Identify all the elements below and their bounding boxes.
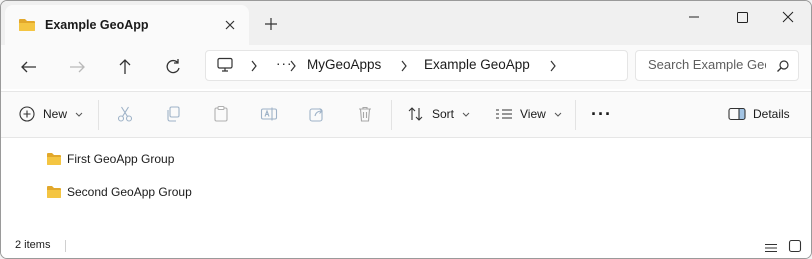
rename-icon[interactable]: [260, 105, 278, 123]
plus-circle-icon: [19, 106, 35, 122]
navigation-bar: ··· MyGeoApps Example GeoApp: [1, 45, 811, 89]
details-label: Details: [753, 107, 790, 121]
chevron-down-icon: [462, 112, 470, 117]
chevron-right-icon[interactable]: [549, 60, 557, 72]
toolbar-divider: [391, 100, 392, 130]
view-list-icon: [496, 109, 512, 119]
delete-icon[interactable]: [356, 105, 374, 123]
breadcrumb-item-example-geoapp[interactable]: Example GeoApp: [424, 57, 530, 72]
more-options-label: ···: [591, 104, 612, 124]
status-divider: [65, 240, 66, 252]
chevron-down-icon: [554, 112, 562, 117]
more-options-button[interactable]: ···: [591, 100, 612, 128]
new-tab-icon[interactable]: [261, 14, 281, 34]
paste-icon[interactable]: [212, 105, 230, 123]
command-bar: New Sort View ··· Details: [1, 91, 811, 138]
list-item[interactable]: First GeoApp Group: [46, 148, 174, 170]
list-item[interactable]: Second GeoApp Group: [46, 181, 192, 203]
search-icon[interactable]: [776, 59, 790, 73]
up-icon[interactable]: [111, 53, 139, 81]
chevron-right-icon[interactable]: [289, 60, 297, 72]
details-view-icon[interactable]: [764, 242, 778, 254]
tab-title: Example GeoApp: [45, 18, 149, 32]
back-icon[interactable]: [15, 53, 43, 81]
folder-icon: [47, 186, 61, 198]
title-bar: Example GeoApp: [1, 1, 811, 45]
maximize-icon[interactable]: [720, 5, 764, 29]
details-pane-icon: [728, 107, 746, 121]
folder-name: First GeoApp Group: [67, 152, 175, 166]
refresh-icon[interactable]: [159, 53, 187, 81]
folder-name: Second GeoApp Group: [67, 185, 192, 199]
item-count: 2 items: [15, 239, 51, 251]
search-input[interactable]: [648, 57, 766, 72]
details-button[interactable]: Details: [728, 100, 790, 128]
chevron-right-icon[interactable]: [400, 60, 408, 72]
view-label: View: [520, 107, 546, 121]
minimize-icon[interactable]: [672, 5, 716, 29]
cut-icon[interactable]: [116, 105, 134, 123]
copy-icon[interactable]: [164, 105, 182, 123]
address-bar[interactable]: ··· MyGeoApps Example GeoApp: [205, 50, 628, 81]
breadcrumb-item-mygeoapps[interactable]: MyGeoApps: [307, 57, 381, 72]
folder-icon: [19, 19, 35, 31]
share-icon[interactable]: [308, 105, 326, 123]
search-box[interactable]: [635, 50, 799, 81]
chevron-right-icon[interactable]: [250, 60, 258, 72]
view-button[interactable]: View: [495, 100, 563, 128]
new-button[interactable]: New: [19, 100, 84, 128]
tab-example-geoapp[interactable]: Example GeoApp: [5, 5, 249, 45]
file-explorer-window: Example GeoApp ··· MyGeoApps Example Geo…: [0, 0, 812, 259]
folder-icon: [47, 153, 61, 165]
tiles-view-icon[interactable]: [788, 239, 802, 253]
toolbar-divider: [575, 100, 576, 130]
chevron-down-icon: [75, 112, 83, 117]
file-list: First GeoApp Group Second GeoApp Group: [1, 138, 811, 233]
status-bar: 2 items: [1, 233, 811, 258]
forward-icon[interactable]: [63, 53, 91, 81]
new-label: New: [43, 107, 68, 121]
sort-label: Sort: [432, 107, 455, 121]
close-window-icon[interactable]: [766, 5, 810, 29]
computer-icon[interactable]: [216, 57, 234, 73]
sort-icon: [408, 107, 423, 121]
toolbar-divider: [98, 100, 99, 130]
close-tab-icon[interactable]: [220, 15, 240, 35]
sort-button[interactable]: Sort: [407, 100, 471, 128]
